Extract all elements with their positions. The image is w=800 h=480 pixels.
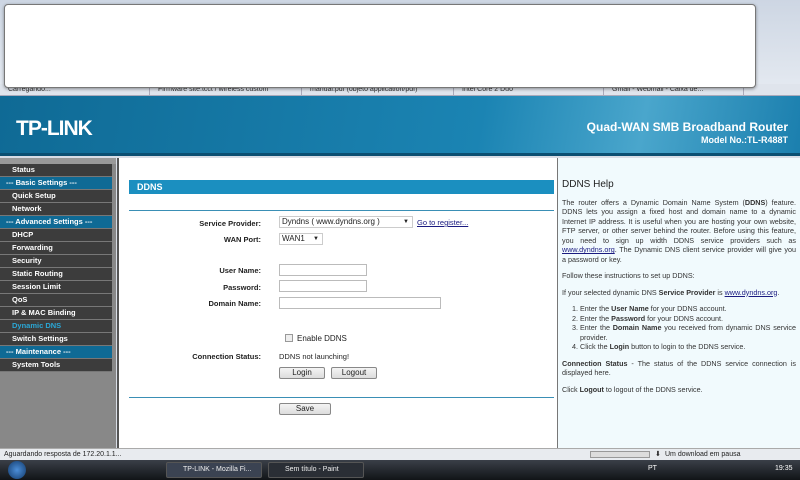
- enable-ddns-label: Enable DDNS: [297, 334, 347, 343]
- wan-port-label: WAN Port:: [223, 235, 261, 244]
- sidebar-item-ip-mac-binding[interactable]: IP & MAC Binding: [0, 307, 112, 320]
- login-button[interactable]: Login: [279, 367, 325, 379]
- sidebar-section-maintenance: --- Maintenance ---: [0, 346, 112, 359]
- password-label: Password:: [223, 283, 261, 292]
- help-provider: If your selected dynamic DNS Service Pro…: [562, 287, 780, 297]
- model-number: Model No.:TL-R488T: [701, 135, 788, 145]
- service-provider-value: Dyndns ( www.dyndns.org ): [282, 217, 380, 226]
- clock[interactable]: 19:35: [775, 465, 793, 472]
- blank-popup-overlay: [4, 4, 756, 88]
- sidebar-item-quick-setup[interactable]: Quick Setup: [0, 190, 112, 203]
- username-input[interactable]: [279, 264, 367, 276]
- sidebar-item-network[interactable]: Network: [0, 203, 112, 216]
- connection-status-label: Connection Status:: [192, 352, 261, 361]
- help-intro: The router offers a Dynamic Domain Name …: [562, 197, 797, 264]
- status-text: Aguardando resposta de 172.20.1.1...: [4, 451, 122, 458]
- start-button[interactable]: [8, 461, 26, 479]
- help-panel: DDNS Help The router offers a Dynamic Do…: [557, 158, 800, 448]
- browser-status-bar: Aguardando resposta de 172.20.1.1... ⬇ U…: [0, 448, 800, 460]
- save-button[interactable]: Save: [279, 403, 331, 415]
- service-provider-select[interactable]: Dyndns ( www.dyndns.org ) ▼: [279, 216, 413, 228]
- sidebar-item-status[interactable]: Status: [0, 164, 112, 177]
- help-title: DDNS Help: [562, 179, 614, 190]
- wan-port-value: WAN1: [282, 234, 305, 243]
- sidebar-item-forwarding[interactable]: Forwarding: [0, 242, 112, 255]
- sidebar-item-qos[interactable]: QoS: [0, 294, 112, 307]
- chevron-down-icon: ▼: [313, 236, 319, 242]
- domain-name-label: Domain Name:: [208, 299, 261, 308]
- help-instructions-intro: Follow these instructions to set up DDNS…: [562, 271, 695, 280]
- logout-button[interactable]: Logout: [331, 367, 377, 379]
- product-name: Quad-WAN SMB Broadband Router: [586, 120, 788, 134]
- sidebar-section-basic: --- Basic Settings ---: [0, 177, 112, 190]
- sidebar-item-security[interactable]: Security: [0, 255, 112, 268]
- language-indicator[interactable]: PT: [648, 465, 657, 472]
- sidebar-item-dhcp[interactable]: DHCP: [0, 229, 112, 242]
- wan-port-select[interactable]: WAN1 ▼: [279, 233, 323, 245]
- go-to-register-link[interactable]: Go to register...: [417, 218, 468, 227]
- help-step: Click the Login button to login to the D…: [580, 342, 796, 352]
- sidebar-item-system-tools[interactable]: System Tools: [0, 359, 112, 372]
- sidebar-item-dynamic-dns[interactable]: Dynamic DNS: [0, 320, 112, 333]
- enable-ddns-checkbox[interactable]: [285, 334, 293, 342]
- divider: [129, 210, 554, 211]
- dyndns-link[interactable]: www.dyndns.org: [725, 288, 778, 297]
- help-connection-status: Connection Status - The status of the DD…: [562, 358, 797, 378]
- progress-bar: [590, 451, 650, 458]
- service-provider-label: Service Provider:: [199, 219, 261, 228]
- taskbar-item-paint[interactable]: Sem título - Paint: [268, 462, 364, 478]
- help-step: Enter the Domain Name you received from …: [580, 323, 796, 342]
- domain-name-input[interactable]: [279, 297, 441, 309]
- connection-status-value: DDNS not launching!: [279, 352, 350, 361]
- taskbar-item-firefox[interactable]: TP-LINK - Mozilla Fi...: [166, 462, 262, 478]
- dyndns-link[interactable]: www.dyndns.org: [562, 245, 615, 254]
- tp-link-logo: TP-LINK: [16, 117, 93, 140]
- help-step: Enter the User Name for your DDNS accoun…: [580, 304, 796, 314]
- help-steps: Enter the User Name for your DDNS accoun…: [580, 304, 796, 352]
- chevron-down-icon: ▼: [403, 219, 409, 225]
- ddns-form-panel: DDNS Service Provider: Dyndns ( www.dynd…: [117, 158, 557, 448]
- download-icon: ⬇: [655, 451, 661, 458]
- sidebar-item-switch-settings[interactable]: Switch Settings: [0, 333, 112, 346]
- help-step: Enter the Password for your DDNS account…: [580, 314, 796, 324]
- sidebar-item-static-routing[interactable]: Static Routing: [0, 268, 112, 281]
- page-title: DDNS: [129, 180, 554, 194]
- taskbar: TP-LINK - Mozilla Fi... Sem título - Pai…: [0, 460, 800, 480]
- divider: [129, 397, 554, 398]
- password-input[interactable]: [279, 280, 367, 292]
- sidebar-nav: Status --- Basic Settings --- Quick Setu…: [0, 158, 116, 448]
- username-label: User Name:: [219, 266, 261, 275]
- download-status[interactable]: Um download em pausa: [665, 449, 741, 460]
- sidebar-item-session-limit[interactable]: Session Limit: [0, 281, 112, 294]
- help-logout: Click Logout to logout of the DDNS servi…: [562, 384, 703, 394]
- sidebar-section-advanced: --- Advanced Settings ---: [0, 216, 112, 229]
